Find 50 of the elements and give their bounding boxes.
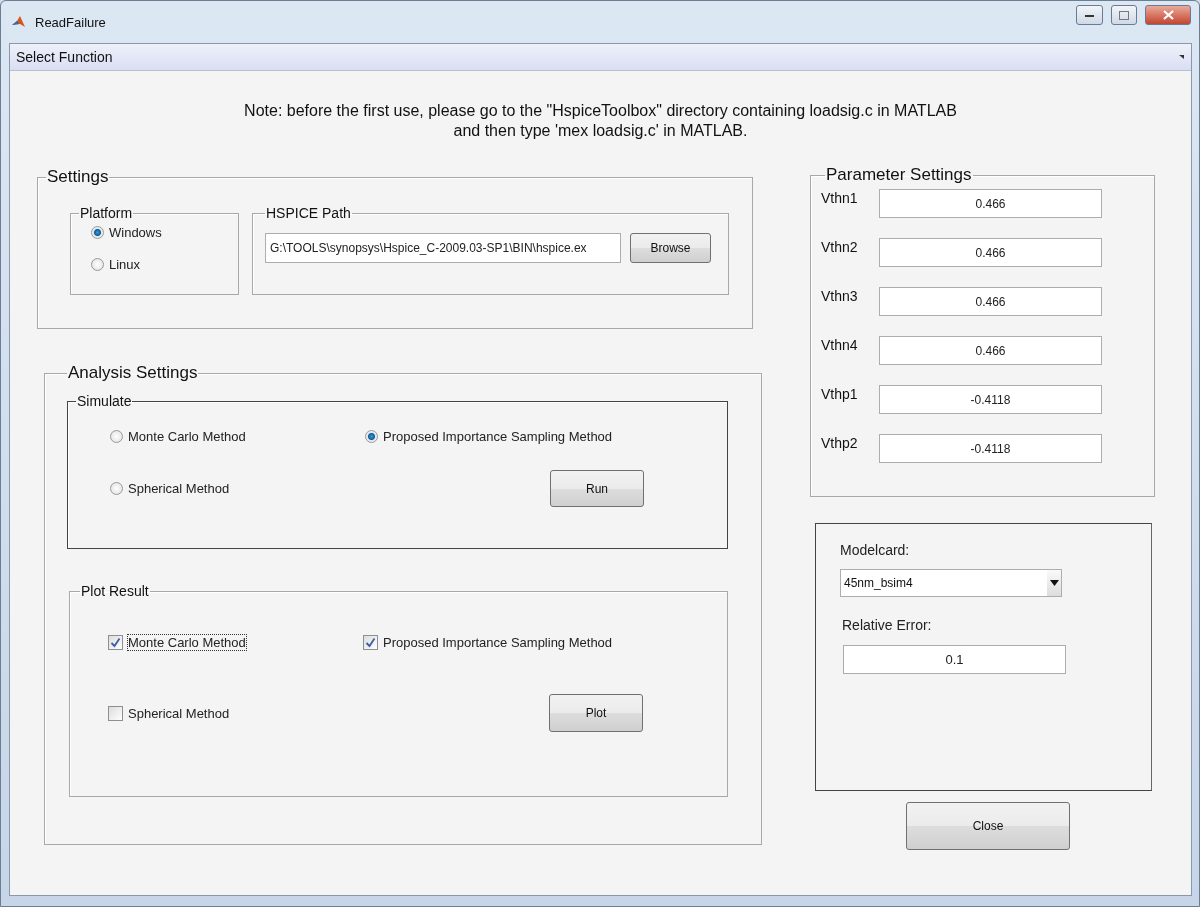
group-title: Settings <box>46 167 110 187</box>
group-title: HSPICE Path <box>265 205 352 221</box>
group-title: Plot Result <box>80 583 150 599</box>
relative-error-label: Relative Error: <box>842 617 933 633</box>
parameter-label: Vthn1 <box>821 189 859 206</box>
parameter-label: Vthp1 <box>821 385 859 402</box>
group-title: Simulate <box>76 393 133 409</box>
close-button[interactable] <box>1145 5 1191 25</box>
parameter-label: Vthp2 <box>821 434 859 451</box>
window-title: ReadFailure <box>35 14 107 30</box>
check-icon <box>365 637 376 648</box>
checkbox[interactable]: Proposed Importance Sampling Method <box>363 635 727 650</box>
note-text: Note: before the first use, please go to the "HspiceToolbox" directory containing loadsig.c in MATLAB and then type 'mex loadsig.c' in MATLAB. <box>243 101 958 141</box>
modelcard-dropdown[interactable]: 45nm_bsim4 <box>840 569 1062 597</box>
checkbox[interactable]: Monte Carlo Method <box>108 635 363 650</box>
menu-item[interactable]: Select Function <box>16 49 113 65</box>
close-dialog-button[interactable]: Close <box>906 802 1070 850</box>
modelcard-label: Modelcard: <box>840 542 911 558</box>
relative-error-field[interactable]: 0.1 <box>843 645 1066 674</box>
minimize-icon <box>1085 13 1094 17</box>
close-icon <box>1162 10 1174 20</box>
parameter-field[interactable]: 0.466 <box>879 238 1102 267</box>
group-title: Analysis Settings <box>67 363 199 383</box>
parameter-field[interactable]: 0.466 <box>879 189 1102 218</box>
radio-button[interactable]: Spherical Method <box>110 481 365 496</box>
plot-button[interactable]: Plot <box>549 694 643 732</box>
parameter-field[interactable]: 0.466 <box>879 287 1102 316</box>
radio-button[interactable]: Monte Carlo Method <box>110 429 365 444</box>
radio-button[interactable]: Windows <box>91 225 238 240</box>
radio-button[interactable]: Proposed Importance Sampling Method <box>365 429 727 444</box>
maximize-icon <box>1119 10 1129 20</box>
parameter-field[interactable]: 0.466 <box>879 336 1102 365</box>
parameter-field[interactable]: -0.4118 <box>879 434 1102 463</box>
browse-button[interactable]: Browse <box>630 233 711 263</box>
group-title: Parameter Settings <box>825 165 973 185</box>
parameter-label: Vthn3 <box>821 287 859 304</box>
minimize-button[interactable] <box>1076 5 1103 25</box>
parameter-label: Vthn2 <box>821 238 859 255</box>
check-icon <box>110 637 121 648</box>
parameter-field[interactable]: -0.4118 <box>879 385 1102 414</box>
checkbox[interactable]: Spherical Method <box>108 705 363 721</box>
maximize-button[interactable] <box>1111 5 1137 25</box>
app-logo-icon <box>11 14 27 30</box>
chevron-icon[interactable] <box>1179 54 1185 60</box>
run-button[interactable]: Run <box>550 470 644 507</box>
group-title: Platform <box>79 205 134 221</box>
dropdown-arrow-icon <box>1049 580 1059 586</box>
path-field[interactable]: G:\TOOLS\synopsys\Hspice_C-2009.03-SP1\BIN\hspice.ex <box>265 233 621 263</box>
radio-button[interactable]: Linux <box>91 257 238 272</box>
parameter-label: Vthn4 <box>821 336 859 353</box>
